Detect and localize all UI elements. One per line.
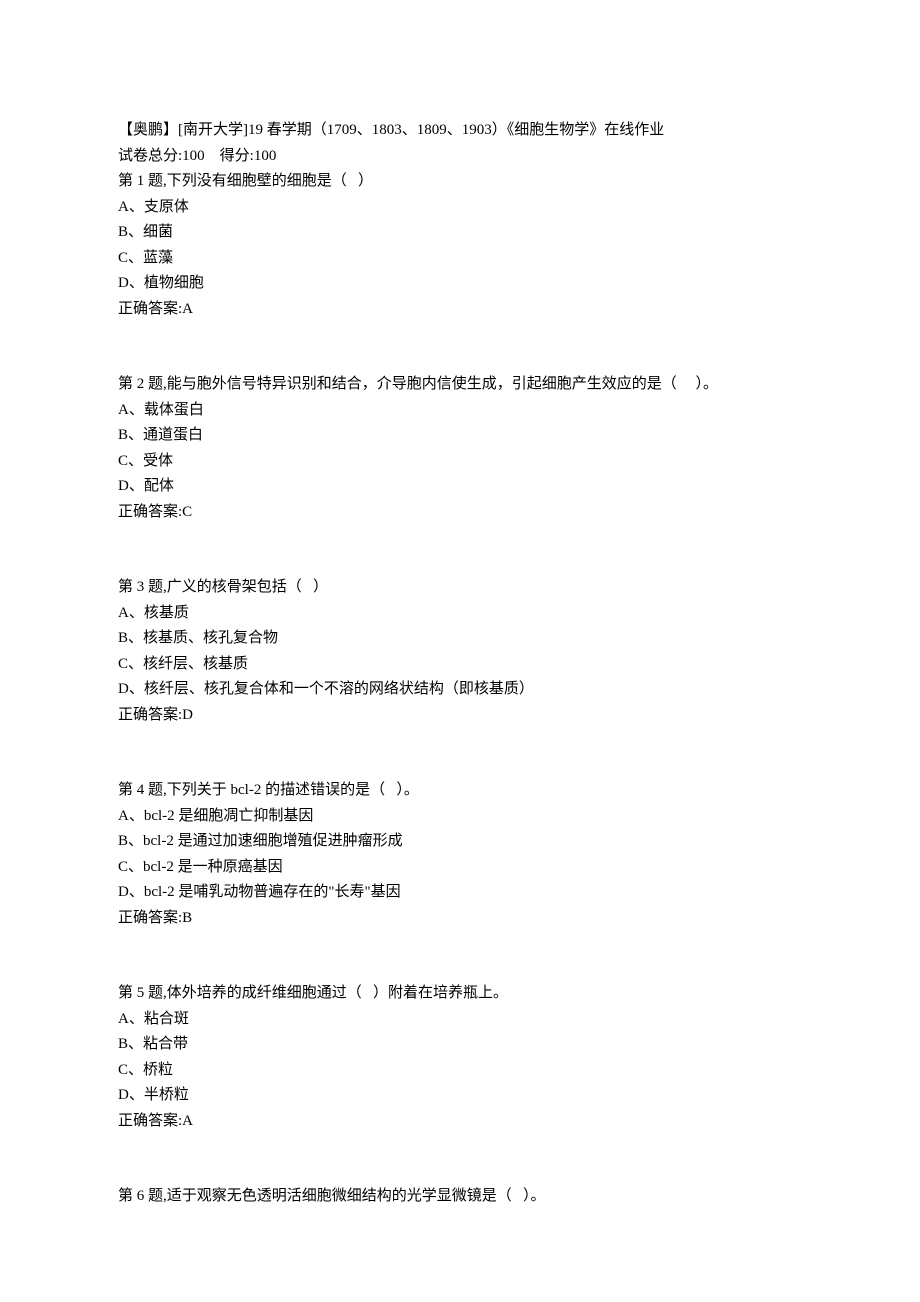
option-a: A、核基质: [118, 601, 802, 627]
correct-answer: 正确答案:D: [118, 703, 802, 729]
spacer: [118, 931, 802, 981]
correct-answer: 正确答案:A: [118, 1109, 802, 1135]
option-d: D、配体: [118, 474, 802, 500]
question-title: 第 2 题,能与胞外信号特异识别和结合，介导胞内信使生成，引起细胞产生效应的是（…: [118, 372, 802, 398]
option-b: B、细菌: [118, 220, 802, 246]
spacer: [118, 525, 802, 575]
option-c: C、蓝藻: [118, 246, 802, 272]
option-b: B、bcl-2 是通过加速细胞增殖促进肿瘤形成: [118, 829, 802, 855]
spacer: [118, 728, 802, 778]
option-b: B、粘合带: [118, 1032, 802, 1058]
option-d: D、半桥粒: [118, 1083, 802, 1109]
correct-answer: 正确答案:A: [118, 297, 802, 323]
question-6: 第 6 题,适于观察无色透明活细胞微细结构的光学显微镜是（ ）。: [118, 1184, 802, 1210]
question-4: 第 4 题,下列关于 bcl-2 的描述错误的是（ ）。 A、bcl-2 是细胞…: [118, 778, 802, 931]
score-line: 试卷总分:100 得分:100: [118, 144, 802, 170]
question-title: 第 6 题,适于观察无色透明活细胞微细结构的光学显微镜是（ ）。: [118, 1184, 802, 1210]
correct-answer: 正确答案:C: [118, 500, 802, 526]
option-a: A、粘合斑: [118, 1007, 802, 1033]
question-title: 第 3 题,广义的核骨架包括（ ）: [118, 575, 802, 601]
option-d: D、核纤层、核孔复合体和一个不溶的网络状结构（即核基质）: [118, 677, 802, 703]
option-a: A、bcl-2 是细胞凋亡抑制基因: [118, 804, 802, 830]
option-a: A、载体蛋白: [118, 398, 802, 424]
question-title: 第 1 题,下列没有细胞壁的细胞是（ ）: [118, 169, 802, 195]
question-2: 第 2 题,能与胞外信号特异识别和结合，介导胞内信使生成，引起细胞产生效应的是（…: [118, 372, 802, 525]
option-c: C、bcl-2 是一种原癌基因: [118, 855, 802, 881]
option-d: D、植物细胞: [118, 271, 802, 297]
question-3: 第 3 题,广义的核骨架包括（ ） A、核基质 B、核基质、核孔复合物 C、核纤…: [118, 575, 802, 728]
option-c: C、受体: [118, 449, 802, 475]
question-title: 第 4 题,下列关于 bcl-2 的描述错误的是（ ）。: [118, 778, 802, 804]
question-5: 第 5 题,体外培养的成纤维细胞通过（ ）附着在培养瓶上。 A、粘合斑 B、粘合…: [118, 981, 802, 1134]
question-title: 第 5 题,体外培养的成纤维细胞通过（ ）附着在培养瓶上。: [118, 981, 802, 1007]
spacer: [118, 1134, 802, 1184]
option-d: D、bcl-2 是哺乳动物普遍存在的"长寿"基因: [118, 880, 802, 906]
option-c: C、核纤层、核基质: [118, 652, 802, 678]
option-a: A、支原体: [118, 195, 802, 221]
option-b: B、核基质、核孔复合物: [118, 626, 802, 652]
correct-answer: 正确答案:B: [118, 906, 802, 932]
option-c: C、桥粒: [118, 1058, 802, 1084]
exam-header: 【奥鹏】[南开大学]19 春学期（1709、1803、1809、1903）《细胞…: [118, 118, 802, 144]
question-1: 第 1 题,下列没有细胞壁的细胞是（ ） A、支原体 B、细菌 C、蓝藻 D、植…: [118, 169, 802, 322]
spacer: [118, 322, 802, 372]
option-b: B、通道蛋白: [118, 423, 802, 449]
